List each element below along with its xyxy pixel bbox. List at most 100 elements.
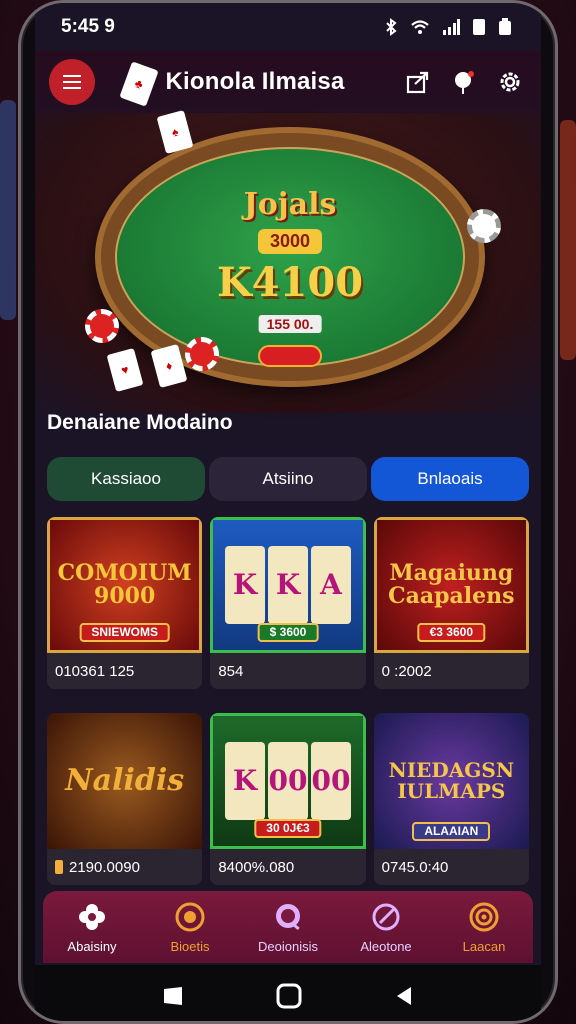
hero-amount: K4100: [216, 259, 364, 306]
settings-button[interactable]: [497, 69, 523, 95]
gear-icon: [500, 72, 520, 92]
recent-apps-button[interactable]: [161, 985, 185, 1007]
game-art: Magaiung Caapalens €3 3600: [373, 517, 529, 653]
game-value: 8400%.080: [210, 849, 366, 885]
balloon-icon: [455, 71, 474, 94]
status-icons: [383, 18, 513, 36]
nav-label: Laacan: [462, 938, 506, 954]
nav-label: Abaisiny: [67, 938, 117, 954]
signal-icon: [443, 19, 460, 35]
app-screen: 5:45 9 Kionola Ilmaisa Jojals 3000 K4100…: [35, 3, 541, 1021]
poker-chip-icon: [467, 209, 501, 243]
wifi-icon: [411, 20, 429, 34]
slot-reel: K: [224, 546, 265, 624]
hero-headline: Jojals: [243, 187, 337, 222]
bg-slot-left: [0, 100, 16, 320]
nav-item-deoionisis[interactable]: Deoionisis: [239, 891, 337, 963]
game-tile[interactable]: K 00 00 30 0J€3 8400%.080: [210, 713, 366, 885]
back-button[interactable]: [393, 985, 415, 1007]
game-value: 010361 125: [47, 653, 203, 689]
slot-reel: 00: [310, 742, 351, 820]
game-value: 0745.0:40: [373, 849, 529, 885]
slot-reel: K: [267, 546, 308, 624]
playing-card-icon: ♥: [106, 348, 144, 392]
nav-label: Aleotone: [360, 938, 412, 954]
slot-reels: K K A: [224, 546, 351, 624]
game-art: NIEDAGSN IULMAPS ALAAIAN: [373, 713, 529, 849]
playing-card-icon: ♠: [156, 110, 194, 154]
game-ribbon: SNIEWOMS: [79, 623, 170, 642]
tab-atsiino[interactable]: Atsiino: [209, 457, 367, 501]
menu-line: [63, 81, 81, 83]
app-top-bar: Kionola Ilmaisa: [35, 51, 541, 113]
hero-tag: 155 00.: [258, 315, 322, 333]
menu-line: [63, 75, 81, 77]
top-bar-actions: [405, 69, 523, 95]
notifications-button[interactable]: [451, 69, 477, 95]
nav-item-abaisiny[interactable]: Abaisiny: [43, 891, 141, 963]
game-tile[interactable]: Magaiung Caapalens €3 3600 0 :2002: [373, 517, 529, 689]
game-value: 0 :2002: [373, 653, 529, 689]
bg-slot-right: [560, 120, 576, 360]
tab-kassiaoo[interactable]: Kassiaoo: [47, 457, 205, 501]
poker-chip-icon: [85, 309, 119, 343]
section-title: Denaiane Modaino: [47, 411, 233, 434]
game-tile[interactable]: K K A $ 3600 854: [210, 517, 366, 689]
game-art-title: Magaiung Caapalens: [388, 559, 515, 609]
sun-icon: [175, 902, 205, 931]
slot-reels: K 00 00: [224, 742, 351, 820]
game-value: 2190.0090: [47, 849, 203, 885]
game-art: COMOIUM 9000 SNIEWOMS: [47, 517, 203, 653]
game-tile[interactable]: NIEDAGSN IULMAPS ALAAIAN 0745.0:40: [373, 713, 529, 885]
game-art-title: COMOIUM 9000: [57, 559, 192, 609]
phone-frame: 5:45 9 Kionola Ilmaisa Jojals 3000 K4100…: [18, 0, 558, 1024]
game-art: K 00 00 30 0J€3: [210, 713, 366, 849]
system-navigation-bar: [35, 965, 541, 1021]
poker-chip-icon: [185, 337, 219, 371]
tab-bnlaoais[interactable]: Bnlaoais: [371, 457, 529, 501]
compass-icon: [372, 903, 400, 930]
slot-reel: A: [310, 546, 351, 624]
game-ribbon: 30 0J€3: [254, 819, 322, 838]
game-art: Nalidis: [47, 713, 203, 849]
game-art-title: NIEDAGSN IULMAPS: [388, 758, 515, 803]
game-art-title: Nalidis: [65, 763, 185, 799]
sim-icon: [473, 19, 485, 35]
flower-icon: [79, 903, 105, 930]
nav-label: Bioetis: [170, 938, 210, 954]
bluetooth-icon: [386, 18, 397, 36]
game-value: 854: [210, 653, 366, 689]
hero-banner[interactable]: Jojals 3000 K4100 155 00. ♦ ♥ ♠ ♣: [35, 61, 541, 413]
share-icon: [406, 71, 429, 94]
game-tile[interactable]: Nalidis 2190.0090: [47, 713, 203, 885]
games-grid: COMOIUM 9000 SNIEWOMS 010361 125 K K A $…: [47, 517, 529, 885]
slot-reel: 00: [267, 742, 308, 820]
home-button[interactable]: [276, 983, 302, 1009]
bottom-navigation: Abaisiny Bioetis Deoionisis Aleotone Laa…: [43, 891, 533, 963]
share-button[interactable]: [405, 69, 431, 95]
status-bar: 5:45 9: [35, 3, 541, 51]
game-ribbon: $ 3600: [257, 623, 319, 642]
hero-pill: 3000: [257, 229, 323, 254]
game-ribbon: €3 3600: [417, 623, 486, 642]
menu-line: [63, 87, 81, 89]
poker-table: Jojals 3000 K4100 155 00.: [95, 127, 485, 387]
hero-play-button[interactable]: [258, 345, 322, 367]
nav-item-bioetis[interactable]: Bioetis: [141, 891, 239, 963]
game-tile[interactable]: COMOIUM 9000 SNIEWOMS 010361 125: [47, 517, 203, 689]
target-icon: [469, 902, 499, 931]
category-tabs: Kassiaoo Atsiino Bnlaoais: [47, 457, 529, 501]
menu-button[interactable]: [49, 59, 95, 105]
nav-item-laacan[interactable]: Laacan: [435, 891, 533, 963]
battery-icon: [499, 18, 511, 35]
game-ribbon: ALAAIAN: [412, 822, 491, 841]
chat-icon: [276, 903, 301, 931]
nav-label: Deoionisis: [258, 938, 318, 954]
slot-reel: K: [224, 742, 265, 820]
game-value-text: 2190.0090: [69, 858, 140, 876]
poker-felt: Jojals 3000 K4100 155 00.: [115, 147, 465, 367]
nav-item-aleotone[interactable]: Aleotone: [337, 891, 435, 963]
status-time: 5:45 9: [61, 16, 115, 37]
game-art: K K A $ 3600: [210, 517, 366, 653]
coin-icon: [55, 860, 63, 874]
